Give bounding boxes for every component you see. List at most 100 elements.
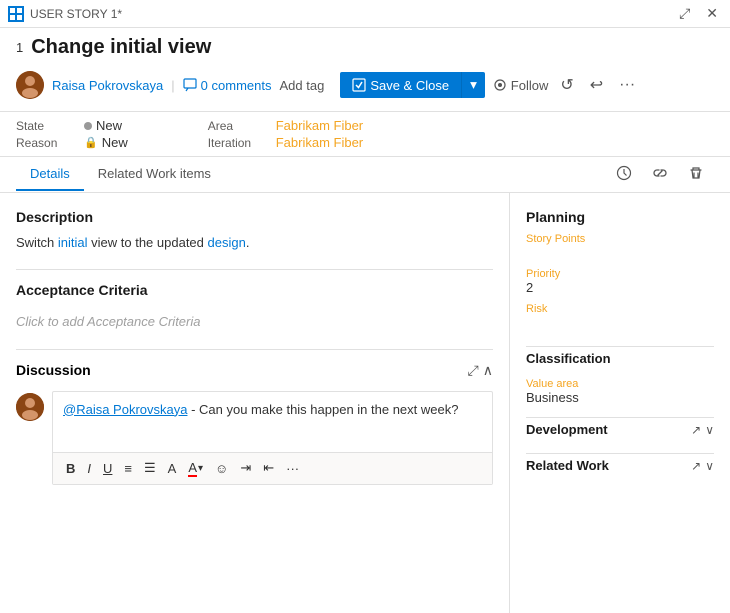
development-header: Development ↗ ∨ <box>526 417 714 441</box>
discussion-section: Discussion ⤢ ∧ @Raisa Pokrovskaya - Can … <box>16 362 493 485</box>
design-highlight: design <box>208 235 246 250</box>
header: 1 Change initial view Raisa Pokrovskaya … <box>0 28 730 112</box>
content: Description Switch initial view to the u… <box>0 193 730 613</box>
discussion-avatar <box>16 393 44 421</box>
link-icon[interactable] <box>642 157 678 192</box>
description-section: Description Switch initial view to the u… <box>16 209 493 253</box>
discussion-header: Discussion ⤢ ∧ <box>16 362 493 379</box>
discussion-entry: @Raisa Pokrovskaya - Can you make this h… <box>16 391 493 485</box>
related-work-title: Related Work <box>526 458 609 473</box>
discussion-icons: ⤢ ∧ <box>468 362 493 379</box>
value-area-value[interactable]: Business <box>526 390 714 405</box>
follow-button[interactable]: Follow <box>493 78 549 93</box>
related-work-section: Related Work ↗ ∨ <box>526 453 714 477</box>
priority-value[interactable]: 2 <box>526 280 714 295</box>
related-work-expand-icon[interactable]: ↗ <box>691 459 701 473</box>
work-item-icon <box>8 6 24 22</box>
more-button[interactable]: ··· <box>615 76 639 94</box>
title-bar-controls: ⤢ ✕ <box>675 5 722 22</box>
color-button[interactable]: A ▾ <box>183 457 208 480</box>
discussion-title: Discussion <box>16 362 468 378</box>
indent-button[interactable]: ⇥ <box>235 457 256 479</box>
planning-section: Planning Story Points Priority 2 Risk <box>526 209 714 330</box>
initial-highlight: initial <box>58 235 88 250</box>
priority-label: Priority <box>526 268 714 280</box>
development-collapse-icon[interactable]: ∨ <box>705 423 714 437</box>
state-dot <box>84 122 92 130</box>
side-panel: Planning Story Points Priority 2 Risk Cl… <box>510 193 730 613</box>
development-title: Development <box>526 422 608 437</box>
work-item-title-row: 1 Change initial view <box>16 36 714 59</box>
acceptance-criteria-placeholder[interactable]: Click to add Acceptance Criteria <box>16 306 493 337</box>
story-points-label: Story Points <box>526 233 714 245</box>
outdent-button[interactable]: ⇤ <box>258 457 279 479</box>
discussion-collapse-button[interactable]: ∧ <box>483 362 493 379</box>
development-section: Development ↗ ∨ <box>526 417 714 441</box>
development-icons: ↗ ∨ <box>691 423 714 437</box>
discussion-box: @Raisa Pokrovskaya - Can you make this h… <box>52 391 493 485</box>
highlight-button[interactable]: A <box>163 458 182 479</box>
title-bar: USER STORY 1* ⤢ ✕ <box>0 0 730 28</box>
close-button[interactable]: ✕ <box>702 5 722 22</box>
list-button[interactable]: ☰ <box>139 457 161 479</box>
emoji-button[interactable]: ☺ <box>210 458 233 479</box>
acceptance-criteria-title: Acceptance Criteria <box>16 282 493 298</box>
risk-value[interactable] <box>526 315 714 330</box>
value-area-label: Value area <box>526 378 714 390</box>
classification-section: Classification Value area Business <box>526 346 714 405</box>
description-title: Description <box>16 209 493 225</box>
state-label: State <box>16 119 76 133</box>
toolbar: Raisa Pokrovskaya | 0 comments Add tag S… <box>16 67 714 107</box>
related-work-header: Related Work ↗ ∨ <box>526 453 714 477</box>
risk-label: Risk <box>526 303 714 315</box>
save-close-group: Save & Close ▾ <box>340 72 484 98</box>
description-text[interactable]: Switch initial view to the updated desig… <box>16 233 493 253</box>
state-col: State New Reason 🔒 New <box>16 118 128 150</box>
iteration-value[interactable]: Fabrikam Fiber <box>276 135 363 150</box>
save-close-button[interactable]: Save & Close <box>340 72 461 98</box>
page-title[interactable]: Change initial view <box>31 36 211 59</box>
undo-button[interactable]: ↩ <box>586 75 607 95</box>
tab-related-work-items[interactable]: Related Work items <box>84 158 225 191</box>
restore-button[interactable]: ⤢ <box>675 5 694 22</box>
area-label: Area <box>208 119 268 133</box>
divider-1 <box>16 269 493 270</box>
related-work-icons: ↗ ∨ <box>691 459 714 473</box>
state-value[interactable]: New <box>84 118 122 133</box>
story-points-value[interactable] <box>526 245 714 260</box>
underline-button[interactable]: U <box>98 458 117 479</box>
area-value[interactable]: Fabrikam Fiber <box>276 118 363 133</box>
align-button[interactable]: ≡ <box>119 458 137 479</box>
discussion-expand-button[interactable]: ⤢ <box>468 362 479 379</box>
save-dropdown-button[interactable]: ▾ <box>461 72 485 98</box>
classification-header: Classification <box>526 346 714 370</box>
comments-button[interactable]: 0 comments <box>183 78 272 93</box>
mention-link[interactable]: @Raisa Pokrovskaya <box>63 402 187 417</box>
user-name[interactable]: Raisa Pokrovskaya <box>52 78 163 93</box>
development-expand-icon[interactable]: ↗ <box>691 423 701 437</box>
discussion-toolbar: B I U ≡ ☰ A A ▾ ☺ ⇥ ⇤ ··· <box>53 452 492 484</box>
more-tools-button[interactable]: ··· <box>281 458 304 479</box>
classification-title: Classification <box>526 351 611 366</box>
meta-area: State New Reason 🔒 New Area Fabrikam Fib… <box>0 112 730 157</box>
related-work-collapse-icon[interactable]: ∨ <box>705 459 714 473</box>
reason-value[interactable]: 🔒 New <box>84 135 128 150</box>
main-panel: Description Switch initial view to the u… <box>0 193 510 613</box>
avatar <box>16 71 44 99</box>
italic-button[interactable]: I <box>82 458 96 479</box>
add-tag-button[interactable]: Add tag <box>279 78 324 93</box>
area-col: Area Fabrikam Fiber Iteration Fabrikam F… <box>208 118 363 150</box>
tab-details[interactable]: Details <box>16 158 84 191</box>
history-icon[interactable] <box>606 157 642 192</box>
refresh-button[interactable]: ↺ <box>556 75 577 95</box>
iteration-label: Iteration <box>208 136 268 150</box>
planning-title: Planning <box>526 209 714 225</box>
tabs: Details Related Work items <box>0 157 730 193</box>
discussion-message: - Can you make this happen in the next w… <box>187 402 458 417</box>
title-bar-text: USER STORY 1* <box>30 7 675 21</box>
discussion-input[interactable]: @Raisa Pokrovskaya - Can you make this h… <box>53 392 492 452</box>
delete-icon[interactable] <box>678 157 714 192</box>
reason-label: Reason <box>16 136 76 150</box>
work-item-id: 1 <box>16 40 23 55</box>
bold-button[interactable]: B <box>61 458 80 479</box>
